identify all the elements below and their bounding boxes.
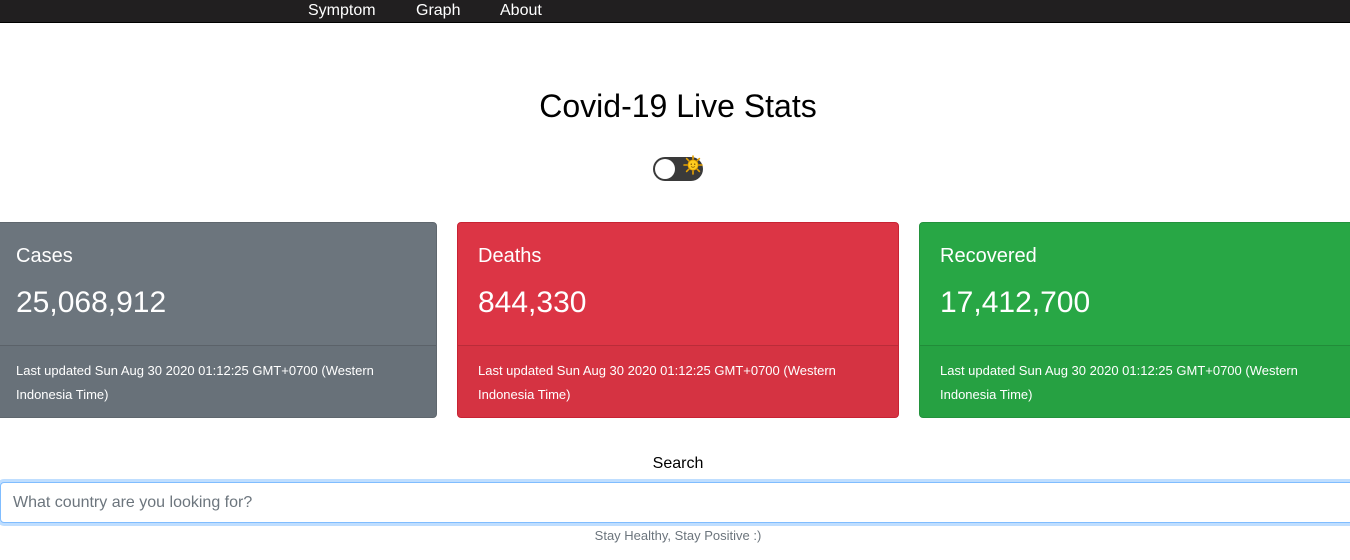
recovered-card-title: Recovered [940,245,1037,267]
cases-card-value: 25,068,912 [16,286,167,319]
theme-toggle[interactable] [653,155,703,181]
toggle-knob [655,159,675,179]
search-input[interactable] [0,482,1350,523]
cases-card-footer: Last updated Sun Aug 30 2020 01:12:25 GM… [0,345,436,417]
deaths-card-value: 844,330 [478,286,587,319]
deaths-card-title: Deaths [478,245,542,267]
cases-card-body: Cases 25,068,912 [0,223,436,345]
deaths-card: Deaths 844,330 Last updated Sun Aug 30 2… [457,222,899,418]
recovered-card-footer: Last updated Sun Aug 30 2020 01:12:25 GM… [920,345,1350,417]
top-navbar: Symptom Graph About [0,0,1350,23]
page-title: Covid-19 Live Stats [539,88,817,124]
cases-card: Cases 25,068,912 Last updated Sun Aug 30… [0,222,437,418]
deaths-card-body: Deaths 844,330 [458,223,898,345]
nav-link-graph[interactable]: Graph [416,2,460,20]
nav-link-about[interactable]: About [500,2,542,20]
nav-link-symptom[interactable]: Symptom [308,2,376,20]
recovered-card-body: Recovered 17,412,700 [920,223,1350,345]
sun-icon [683,155,703,175]
deaths-card-footer: Last updated Sun Aug 30 2020 01:12:25 GM… [458,345,898,417]
search-label: Search [652,455,704,472]
cases-card-title: Cases [16,245,73,267]
recovered-card-value: 17,412,700 [940,286,1091,319]
footer-note: Stay Healthy, Stay Positive :) [594,528,762,543]
recovered-card: Recovered 17,412,700 Last updated Sun Au… [919,222,1350,418]
